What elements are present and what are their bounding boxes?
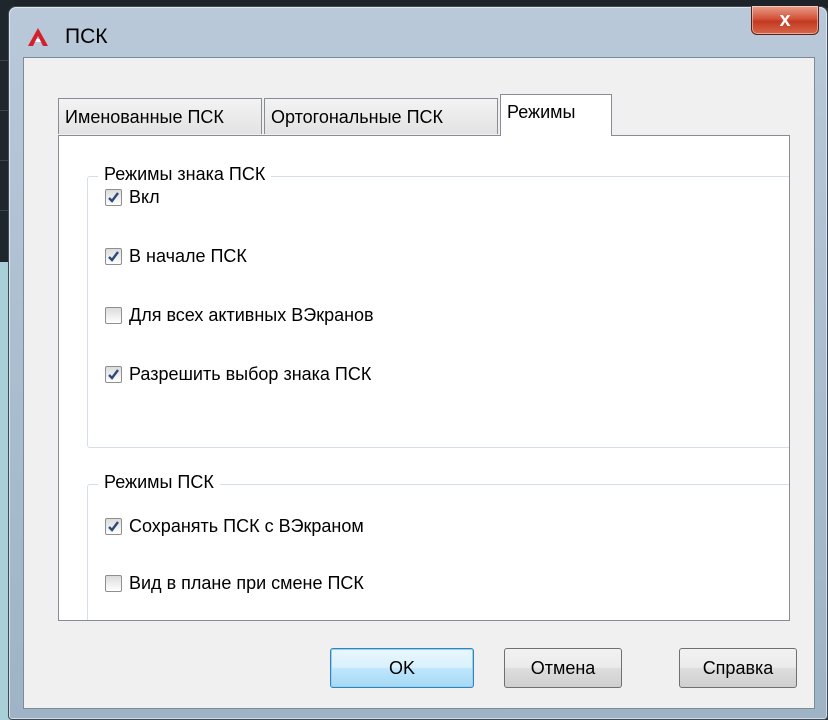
checkbox-allow-icon-select[interactable] xyxy=(105,366,122,383)
check-icon xyxy=(108,192,119,203)
option-allow-icon-select[interactable]: Разрешить выбор знака ПСК xyxy=(105,364,371,385)
group-title-icon-settings: Режимы знака ПСК xyxy=(98,164,272,185)
checkbox-all-viewports[interactable] xyxy=(105,307,122,324)
check-icon xyxy=(108,369,119,380)
option-allow-icon-select-label: Разрешить выбор знака ПСК xyxy=(129,364,372,384)
option-at-origin-label: В начале ПСК xyxy=(129,246,247,266)
option-plan-view-on-ucs-change[interactable]: Вид в плане при смене ПСК xyxy=(105,573,364,594)
tab-named-ucs[interactable]: Именованные ПСК xyxy=(58,98,262,134)
option-all-viewports[interactable]: Для всех активных ВЭкранов xyxy=(105,305,374,326)
tab-orthographic-ucs[interactable]: Ортогональные ПСК xyxy=(264,98,498,134)
tab-settings[interactable]: Режимы xyxy=(500,94,612,136)
ucs-settings-group: Режимы ПСК xyxy=(87,472,789,620)
option-all-viewports-label: Для всех активных ВЭкранов xyxy=(129,305,374,325)
checkbox-at-origin[interactable] xyxy=(105,248,122,265)
checkbox-save-ucs-with-viewport[interactable] xyxy=(105,518,122,535)
check-icon xyxy=(108,251,119,262)
settings-tab-panel: Режимы знака ПСК Вкл В начале ПСК Для вс… xyxy=(58,135,790,621)
group-title-ucs-settings: Режимы ПСК xyxy=(98,472,220,493)
check-icon xyxy=(108,521,119,532)
option-on-label: Вкл xyxy=(129,187,160,207)
option-plan-view-on-ucs-change-label: Вид в плане при смене ПСК xyxy=(129,573,364,593)
option-at-origin[interactable]: В начале ПСК xyxy=(105,246,247,267)
window-title: ПСК xyxy=(65,25,108,48)
cancel-button[interactable]: Отмена xyxy=(504,648,622,688)
ucs-dialog-window: ПСК x Именованные ПСК Ортогональные ПСК … xyxy=(8,6,828,720)
checkbox-on[interactable] xyxy=(105,189,122,206)
autocad-app-icon xyxy=(27,27,49,47)
option-save-ucs-with-viewport-label: Сохранять ПСК с ВЭкраном xyxy=(129,516,364,536)
option-save-ucs-with-viewport[interactable]: Сохранять ПСК с ВЭкраном xyxy=(105,516,364,537)
close-button[interactable]: x xyxy=(751,6,819,35)
dialog-client-area: Именованные ПСК Ортогональные ПСК Режимы… xyxy=(23,57,815,709)
option-on[interactable]: Вкл xyxy=(105,187,160,208)
checkbox-plan-view-on-ucs-change[interactable] xyxy=(105,575,122,592)
ok-button[interactable]: OK xyxy=(330,648,474,688)
close-icon: x xyxy=(779,8,791,31)
title-bar[interactable]: ПСК x xyxy=(9,6,827,55)
help-button[interactable]: Справка xyxy=(679,648,797,688)
